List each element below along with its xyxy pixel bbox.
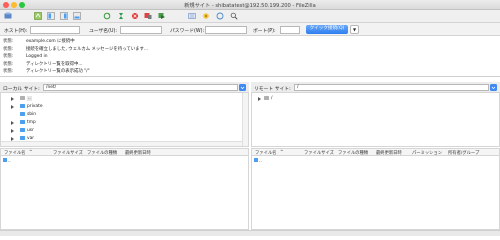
quickconnect-history-dropdown[interactable]: ▼ [350,25,359,34]
remote-directory-tree[interactable]: / [251,92,500,147]
column-filename[interactable]: ファイル名 [255,150,276,156]
remote-site-bar: リモート サイト: / [251,82,500,92]
reconnect-icon[interactable] [158,12,166,20]
expand-arrow-icon[interactable] [11,136,14,141]
toggle-log-icon[interactable] [34,12,42,20]
column-permissions[interactable]: パーミッション [412,150,442,156]
remote-path-input[interactable]: / [294,83,489,91]
local-site-label: ローカル サイト: [3,86,40,92]
refresh-icon[interactable] [103,12,111,20]
folder-icon [20,128,25,133]
local-site-bar: ローカル サイト: /net/ [0,82,249,92]
folder-icon [264,96,269,101]
folder-icon [20,104,25,109]
column-filesize[interactable]: ファイルサイズ [53,150,83,156]
folder-icon [20,112,25,117]
log-entry: 状態: 接続を確立しました, ウェルカム メッセージを待っています... [3,46,149,52]
log-entry: 状態: ディレクトリー覧を取得中... [3,61,83,67]
port-label: ポート(P): [253,28,276,34]
remote-file-list-header: ファイル名 ^ ファイルサイズ ファイルの種類 最終更新日時 パーミッション 所… [252,149,499,156]
process-queue-icon[interactable] [117,12,125,20]
log-entry: 状態: Logged in [3,54,48,59]
log-entry: 状態: ディレクトリー覧の表示成功 "/" [3,69,90,74]
expand-arrow-icon[interactable] [11,120,14,125]
sort-ascending-icon: ^ [280,150,284,155]
folder-icon [20,120,25,125]
host-input[interactable] [30,25,80,34]
disconnect-icon[interactable] [144,12,152,20]
toggle-queue-icon[interactable] [73,12,81,20]
remote-path-dropdown[interactable] [490,83,497,91]
title-bar: 新規サイト - shibatatest@192.50.199.200 - Fil… [0,0,500,10]
sort-ascending-icon: ^ [29,150,33,155]
folder-icon [254,158,258,162]
column-filetype[interactable]: ファイルの種類 [87,150,117,156]
remote-site-label: リモート サイト: [254,86,291,92]
message-log[interactable]: 状態: example.com に接続中 状態: 接続を確立しました, ウェルカム … [0,36,500,77]
port-input[interactable] [280,25,300,34]
local-tree-hscrollbar[interactable] [1,141,242,146]
username-input[interactable] [120,25,162,34]
toolbar [0,10,500,23]
folder-icon [20,96,25,101]
host-label: ホスト(H): [4,28,28,34]
toggle-local-tree-icon[interactable] [47,12,55,20]
column-filetype[interactable]: ファイルの種類 [338,150,368,156]
quickconnect-bar: ホスト(H): ユーザ名(U): パスワード(W): ポート(P): クイック接… [0,23,500,36]
column-modified[interactable]: 最終更新日時 [125,150,151,156]
quickconnect-button[interactable]: クイック接続(Q) [306,25,348,34]
column-owner-group[interactable]: 所有者/グループ [448,150,479,156]
column-filename[interactable]: ファイル名 [4,150,25,156]
cancel-icon[interactable] [131,12,139,20]
local-file-list-header: ファイル名 ^ ファイルサイズ ファイルの種類 最終更新日時 [1,149,248,156]
filter-icon[interactable] [188,12,196,20]
local-file-list[interactable]: ファイル名 ^ ファイルサイズ ファイルの種類 最終更新日時 .. [0,148,249,230]
user-label: ユーザ名(U): [89,28,117,34]
column-filesize[interactable]: ファイルサイズ [304,150,334,156]
sync-browse-icon[interactable] [216,12,224,20]
folder-icon [3,158,7,162]
local-tree-scrollbar[interactable] [242,93,248,146]
status-bar [0,230,500,236]
window-title: 新規サイト - shibatatest@192.50.199.200 - Fil… [184,2,316,9]
search-icon[interactable] [230,12,238,20]
password-input[interactable] [205,25,247,34]
local-path-input[interactable]: /net/ [43,83,238,91]
toggle-remote-tree-icon[interactable] [60,12,68,20]
expand-arrow-icon[interactable] [11,104,14,109]
expand-arrow-icon[interactable] [11,96,14,101]
column-modified[interactable]: 最終更新日時 [376,150,402,156]
password-label: パスワード(W): [170,28,205,34]
log-entry: 状態: example.com に接続中 [3,39,75,44]
compare-icon[interactable] [202,12,210,20]
local-path-dropdown[interactable] [239,83,246,91]
folder-icon [20,136,25,141]
expand-arrow-icon[interactable] [258,96,261,101]
file-row[interactable]: .. [254,158,262,164]
local-directory-tree[interactable]: .. private sbin tmp usr var [0,92,249,147]
site-manager-icon[interactable] [4,12,12,20]
file-row[interactable]: .. [3,158,11,164]
expand-arrow-icon[interactable] [11,128,14,133]
remote-file-list[interactable]: ファイル名 ^ ファイルサイズ ファイルの種類 最終更新日時 パーミッション 所… [251,148,500,230]
